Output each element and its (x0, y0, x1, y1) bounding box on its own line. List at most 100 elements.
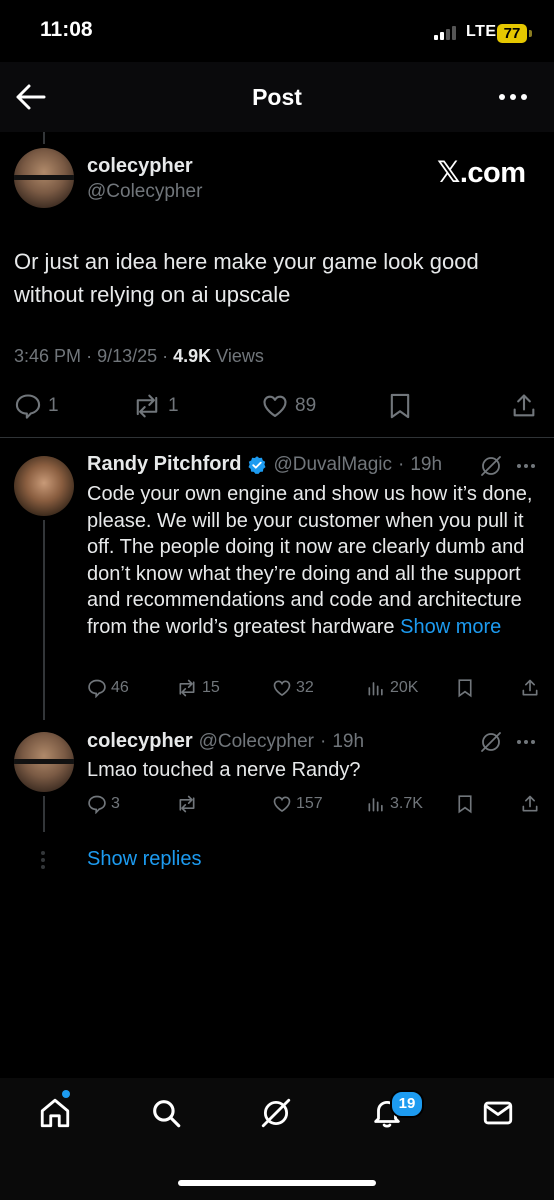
reply-count: 3 (111, 795, 120, 812)
tab-search[interactable] (149, 1096, 183, 1130)
reply-header: colecypher @Colecypher · 19h (87, 730, 365, 753)
post-time: 3:46 PM (14, 346, 82, 366)
views-button[interactable]: 20K (366, 678, 418, 698)
views-count: 20K (390, 679, 419, 696)
bookmark-icon (390, 393, 410, 419)
avatar[interactable] (14, 456, 74, 516)
reply-text: Code your own engine and show us how it’… (87, 481, 542, 640)
grok-icon (481, 456, 501, 476)
reply-more-button[interactable] (514, 454, 538, 478)
grok-icon (261, 1098, 291, 1128)
reply-button[interactable]: 3 (87, 794, 120, 814)
bookmark-button[interactable] (456, 794, 474, 814)
repost-count: 1 (168, 395, 179, 416)
reply-body-text: Code your own engine and show us how it’… (87, 483, 533, 638)
verified-badge-icon (248, 455, 266, 474)
share-icon (513, 394, 535, 417)
heart-icon (263, 395, 287, 417)
author-name[interactable]: colecypher (87, 155, 193, 178)
more-icon (517, 464, 535, 468)
like-button[interactable]: 32 (272, 678, 314, 698)
notifications-badge: 19 (390, 1090, 424, 1118)
thread-line (43, 520, 45, 720)
divider (0, 437, 554, 438)
views-count[interactable]: 4.9K (173, 346, 211, 366)
heart-icon (273, 796, 291, 813)
tab-home[interactable] (38, 1096, 72, 1130)
author-handle[interactable]: @Colecypher (199, 731, 314, 753)
post-text: Or just an idea here make your game look… (14, 249, 479, 307)
reply-age: 19h (410, 453, 443, 475)
more-options-button[interactable] (494, 85, 534, 109)
battery-indicator: 77 (497, 24, 527, 43)
author-name[interactable]: colecypher (87, 730, 193, 753)
reply-age: 19h (332, 730, 365, 752)
home-indicator (178, 1180, 376, 1186)
like-count: 89 (295, 395, 317, 416)
network-type: LTE (466, 23, 497, 40)
post-meta: 3:46 PM · 9/13/25 · 4.9K Views (14, 346, 264, 366)
show-more-link[interactable]: Show more (400, 616, 501, 638)
author-name[interactable]: Randy Pitchford (87, 453, 241, 476)
status-time: 11:08 (40, 18, 93, 41)
analytics-icon (368, 682, 383, 696)
repost-button[interactable] (176, 794, 202, 814)
share-button[interactable] (520, 678, 540, 698)
analytics-icon (368, 798, 383, 812)
show-replies-link[interactable]: Show replies (87, 848, 202, 871)
reply-icon (88, 795, 106, 814)
reply-icon (15, 394, 41, 419)
mail-icon (483, 1101, 513, 1125)
home-notification-dot (62, 1090, 70, 1098)
repost-icon (179, 795, 195, 813)
repost-button[interactable]: 1 (132, 392, 179, 420)
more-icon (499, 94, 527, 100)
bookmark-icon (458, 679, 472, 698)
dotted-connector-icon (40, 850, 46, 870)
grok-button[interactable] (479, 454, 503, 478)
thread-line (43, 132, 45, 144)
like-count: 32 (296, 679, 314, 696)
reply-text: Lmao touched a nerve Randy? (87, 759, 361, 781)
views-button[interactable]: 3.7K (366, 794, 423, 814)
battery-tip (529, 30, 532, 37)
share-icon (522, 795, 538, 812)
thread-line (43, 796, 45, 832)
like-count: 157 (296, 795, 323, 812)
avatar[interactable] (14, 732, 74, 792)
heart-icon (273, 680, 291, 697)
bookmark-button[interactable] (387, 392, 413, 420)
views-count: 3.7K (390, 795, 423, 812)
reply-header: Randy Pitchford @DuvalMagic · 19h (87, 453, 443, 476)
share-button[interactable] (520, 794, 540, 814)
avatar[interactable] (14, 148, 74, 208)
signal-icon (434, 26, 460, 40)
views-label: Views (216, 346, 264, 366)
reply-count: 1 (48, 395, 59, 416)
share-button[interactable] (510, 392, 538, 420)
repost-count: 15 (202, 679, 220, 696)
reply-button[interactable]: 1 (14, 392, 59, 420)
repost-icon (179, 679, 195, 697)
tab-messages[interactable] (481, 1096, 515, 1130)
tab-grok[interactable] (259, 1096, 293, 1130)
bookmark-button[interactable] (456, 678, 474, 698)
reply-count: 46 (111, 679, 129, 696)
author-handle[interactable]: @Colecypher (87, 181, 202, 203)
repost-icon (136, 394, 158, 418)
bookmark-icon (458, 795, 472, 814)
like-button[interactable]: 157 (272, 794, 323, 814)
reply-button[interactable]: 46 (87, 678, 129, 698)
more-icon (517, 740, 535, 744)
post-date: 9/13/25 (97, 346, 158, 366)
home-icon (40, 1098, 70, 1128)
share-icon (522, 679, 538, 696)
like-button[interactable]: 89 (261, 392, 316, 420)
repost-button[interactable]: 15 (176, 678, 220, 698)
reply-more-button[interactable] (514, 730, 538, 754)
x-logo-label: 𝕏.com (437, 157, 526, 189)
grok-button[interactable] (479, 730, 503, 754)
author-handle[interactable]: @DuvalMagic (273, 454, 392, 476)
search-icon (153, 1100, 181, 1128)
reply-icon (88, 679, 106, 698)
